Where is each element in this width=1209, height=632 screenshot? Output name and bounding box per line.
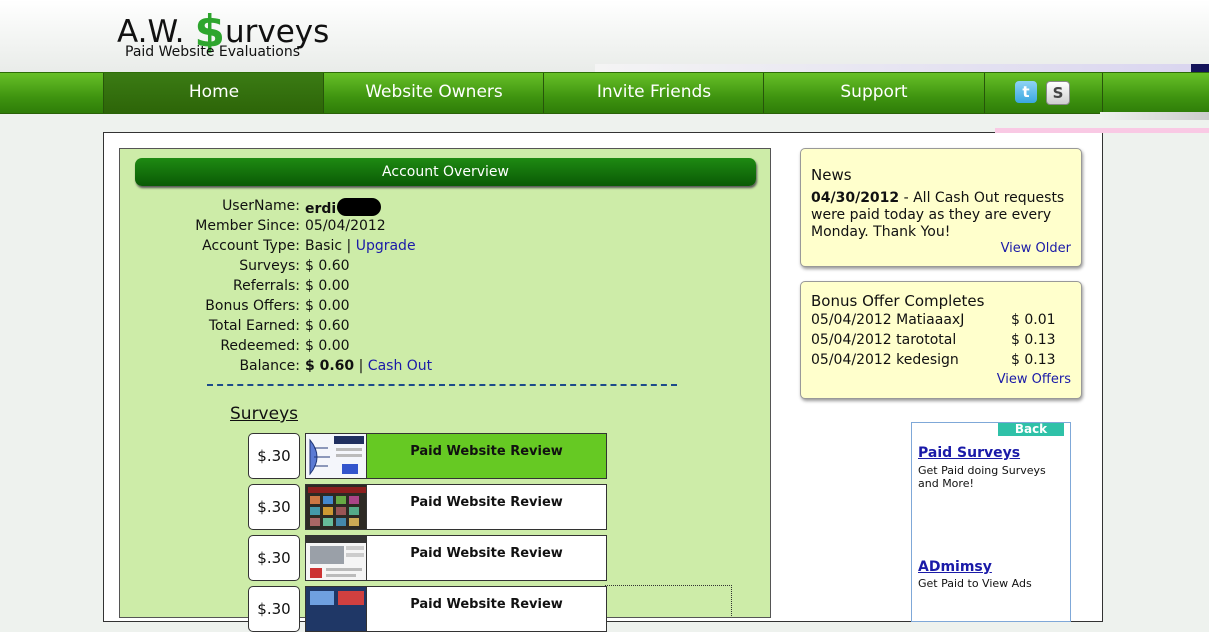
nav-home[interactable]: Home bbox=[103, 73, 324, 113]
bonus-entry: 05/04/2012 tarototal bbox=[811, 332, 957, 348]
survey-price: $.30 bbox=[248, 535, 300, 581]
survey-review-button[interactable]: Paid Website Review bbox=[366, 484, 607, 530]
news-date: 04/30/2012 bbox=[811, 190, 900, 206]
upgrade-link[interactable]: Upgrade bbox=[356, 238, 416, 254]
bonus-entry: 05/04/2012 MatiaaaxJ bbox=[811, 312, 965, 328]
survey-review-button[interactable]: Paid Website Review bbox=[366, 535, 607, 581]
nav-support[interactable]: Support bbox=[763, 73, 984, 113]
ad-text: Get Paid doing Surveys and More! bbox=[918, 464, 1046, 490]
account-type-label: Account Type: bbox=[202, 238, 300, 254]
survey-thumbnail-image bbox=[306, 485, 366, 529]
nav-website-owners[interactable]: Website Owners bbox=[323, 73, 544, 113]
survey-price: $.30 bbox=[248, 586, 300, 632]
news-panel: News 04/30/2012 - All Cash Out requests … bbox=[800, 148, 1082, 267]
nav-invite-friends[interactable]: Invite Friends bbox=[543, 73, 764, 113]
redeemed-value: $ 0.00 bbox=[305, 338, 350, 354]
decorative-line bbox=[995, 128, 1209, 133]
cash-out-link[interactable]: Cash Out bbox=[368, 358, 432, 374]
surveys-label: Surveys: bbox=[239, 258, 300, 274]
bonus-amount: $ 0.13 bbox=[1011, 332, 1056, 348]
survey-thumbnail[interactable] bbox=[305, 535, 367, 581]
separator: | bbox=[354, 358, 368, 374]
header-strip-marker bbox=[1191, 64, 1209, 72]
redeemed-row: Redeemed: $ 0.00 bbox=[140, 338, 740, 358]
survey-price: $.30 bbox=[248, 484, 300, 530]
account-type-row: Account Type: Basic | Upgrade bbox=[140, 238, 740, 258]
account-overview-header: Account Overview bbox=[135, 158, 756, 186]
bonus-offers-panel: Bonus Offer Completes 05/04/2012 Matiaaa… bbox=[800, 281, 1082, 399]
survey-thumbnail-image bbox=[306, 434, 366, 478]
balance-row: Balance: $ 0.60 | Cash Out bbox=[140, 358, 740, 378]
member-since-label: Member Since: bbox=[195, 218, 300, 234]
survey-thumbnail-image bbox=[306, 536, 366, 580]
account-type-value: Basic | Upgrade bbox=[305, 238, 416, 254]
survey-thumbnail[interactable] bbox=[305, 586, 367, 632]
survey-thumbnail[interactable] bbox=[305, 484, 367, 530]
ad-link-paid-surveys[interactable]: Paid Surveys bbox=[918, 445, 1020, 461]
account-type-text: Basic bbox=[305, 238, 343, 254]
username-label: UserName: bbox=[222, 198, 300, 214]
referrals-label: Referrals: bbox=[233, 278, 300, 294]
news-text: 04/30/2012 - All Cash Out requests were … bbox=[811, 190, 1076, 241]
bonus-amount: $ 0.01 bbox=[1011, 312, 1056, 328]
logo-subtitle: Paid Website Evaluations bbox=[125, 44, 301, 60]
balance-label: Balance: bbox=[239, 358, 300, 374]
bonus-offers-row: Bonus Offers: $ 0.00 bbox=[140, 298, 740, 318]
decorative-fade bbox=[1100, 112, 1209, 120]
separator: | bbox=[342, 238, 356, 254]
balance-amount: $ 0.60 bbox=[305, 358, 355, 374]
surveys-row: Surveys: $ 0.60 bbox=[140, 258, 740, 278]
header-strip bbox=[595, 64, 1209, 72]
referrals-row: Referrals: $ 0.00 bbox=[140, 278, 740, 298]
section-divider bbox=[207, 378, 677, 386]
ad-text: Get Paid to View Ads bbox=[918, 577, 1032, 590]
view-older-link[interactable]: View Older bbox=[1001, 241, 1071, 256]
balance-value: $ 0.60 | Cash Out bbox=[305, 358, 432, 374]
username-row: UserName: erdi bbox=[140, 198, 740, 218]
ad-back-button[interactable]: Back bbox=[998, 423, 1064, 436]
total-earned-row: Total Earned: $ 0.60 bbox=[140, 318, 740, 338]
username-text: erdi bbox=[305, 201, 337, 217]
view-offers-link[interactable]: View Offers bbox=[997, 372, 1071, 387]
total-earned-value: $ 0.60 bbox=[305, 318, 350, 334]
referrals-value: $ 0.00 bbox=[305, 278, 350, 294]
social-links: t S bbox=[984, 73, 1103, 113]
surveys-section-title: Surveys bbox=[230, 404, 298, 424]
bonus-row: 05/04/2012 tarototal $ 0.13 bbox=[811, 332, 1073, 350]
member-since-row: Member Since: 05/04/2012 bbox=[140, 218, 740, 238]
survey-price: $.30 bbox=[248, 433, 300, 479]
redeemed-label: Redeemed: bbox=[220, 338, 300, 354]
twitter-icon[interactable]: t bbox=[1015, 81, 1037, 103]
ad-box: Back Paid Surveys Get Paid doing Surveys… bbox=[911, 422, 1071, 622]
bonus-offers-value: $ 0.00 bbox=[305, 298, 350, 314]
survey-review-button[interactable]: Paid Website Review bbox=[366, 433, 607, 479]
bonus-amount: $ 0.13 bbox=[1011, 352, 1056, 368]
bonus-offers-title: Bonus Offer Completes bbox=[811, 292, 985, 310]
bonus-row: 05/04/2012 MatiaaaxJ $ 0.01 bbox=[811, 312, 1073, 330]
news-title: News bbox=[811, 166, 852, 184]
bonus-row: 05/04/2012 kedesign $ 0.13 bbox=[811, 352, 1073, 370]
skype-icon[interactable]: S bbox=[1046, 81, 1070, 105]
total-earned-label: Total Earned: bbox=[208, 318, 300, 334]
dotted-frame bbox=[605, 585, 732, 616]
username-value: erdi bbox=[305, 198, 382, 217]
ad-link-admimsy[interactable]: ADmimsy bbox=[918, 559, 992, 575]
bonus-entry: 05/04/2012 kedesign bbox=[811, 352, 959, 368]
main-nav: Home Website Owners Invite Friends Suppo… bbox=[0, 72, 1209, 114]
survey-thumbnail-image bbox=[306, 587, 366, 631]
bonus-offers-label: Bonus Offers: bbox=[205, 298, 300, 314]
member-since-value: 05/04/2012 bbox=[305, 218, 386, 234]
redaction-blob bbox=[337, 198, 382, 216]
surveys-value: $ 0.60 bbox=[305, 258, 350, 274]
survey-thumbnail[interactable] bbox=[305, 433, 367, 479]
survey-review-button[interactable]: Paid Website Review bbox=[366, 586, 607, 632]
